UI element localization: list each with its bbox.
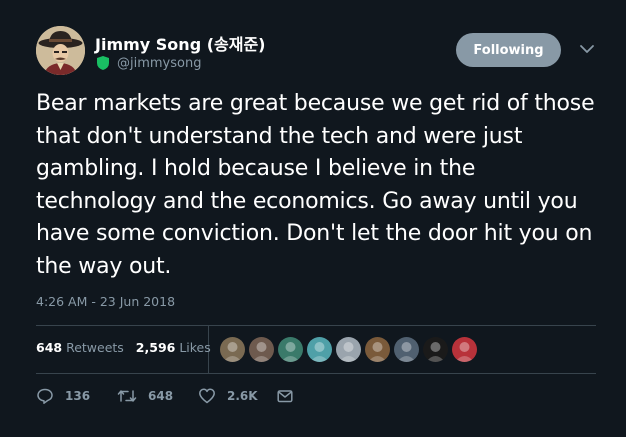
tweet-text: Bear markets are great because we get ri… — [36, 91, 595, 279]
likes-stat[interactable]: 2,596 Likes — [136, 340, 211, 355]
reply-icon — [37, 388, 53, 404]
likes-count: 2,596 — [135, 340, 176, 355]
envelope-icon — [277, 390, 293, 403]
liker-avatar[interactable] — [249, 337, 274, 362]
heart-icon — [199, 388, 215, 404]
author-avatar[interactable] — [36, 26, 85, 75]
retweets-stat[interactable]: 648 Retweets — [36, 340, 124, 355]
direct-message-action[interactable] — [276, 386, 294, 406]
like-count: 2.6K — [227, 389, 258, 403]
tweet-card: Jimmy Song (송재준) @jimmysong Following Be… — [0, 0, 626, 437]
liker-avatar[interactable] — [307, 337, 332, 362]
likes-label: Likes — [179, 340, 211, 355]
retweets-label: Retweets — [66, 340, 124, 355]
retweet-icon — [117, 390, 137, 402]
following-button[interactable]: Following — [456, 33, 561, 67]
tweet-timestamp[interactable]: 4:26 AM - 23 Jun 2018 — [36, 294, 175, 309]
liker-avatar[interactable] — [365, 337, 390, 362]
author-handle-row: @jimmysong — [96, 54, 201, 72]
retweet-count: 648 — [148, 389, 174, 403]
author-handle[interactable]: @jimmysong — [117, 56, 201, 71]
liker-avatar[interactable] — [278, 337, 303, 362]
chevron-down-icon[interactable] — [578, 42, 596, 56]
reply-action[interactable]: 136 — [36, 386, 90, 406]
liker-avatar[interactable] — [220, 337, 245, 362]
retweet-action[interactable]: 648 — [117, 386, 173, 406]
shield-icon — [97, 56, 109, 70]
liker-avatar[interactable] — [336, 337, 361, 362]
like-action[interactable]: 2.6K — [198, 386, 258, 406]
liker-avatar[interactable] — [423, 337, 448, 362]
retweets-count: 648 — [36, 340, 63, 355]
tweet-stats: 648 Retweets 2,596 Likes — [36, 340, 211, 355]
liker-avatars — [220, 337, 477, 362]
liker-avatar[interactable] — [394, 337, 419, 362]
liker-avatar[interactable] — [452, 337, 477, 362]
author-name[interactable]: Jimmy Song (송재준) — [95, 31, 266, 55]
cowboy-avatar-icon — [36, 26, 85, 75]
divider — [36, 373, 596, 374]
divider — [36, 325, 596, 326]
reply-count: 136 — [65, 389, 91, 403]
